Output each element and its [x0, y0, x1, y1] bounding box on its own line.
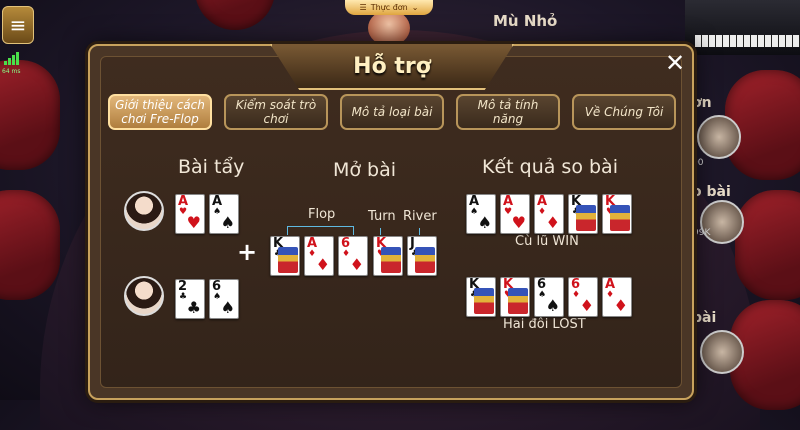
face-card-art	[474, 288, 494, 314]
card-suit-large-icon: ♦	[579, 296, 594, 315]
piano	[685, 0, 800, 55]
face-card-art	[610, 205, 630, 231]
flop-bracket	[287, 226, 354, 235]
card-suit-large-icon: ♠	[220, 298, 235, 317]
win-hand-card: A ♥ ♥	[500, 194, 530, 234]
chair-left-top	[0, 60, 60, 170]
player-2-avatar	[124, 276, 164, 316]
menu-icon: ☰	[359, 3, 367, 12]
board-card: J♣	[407, 236, 437, 276]
win-hand-card: A ♦ ♦	[534, 194, 564, 234]
plus-sign: +	[237, 238, 258, 266]
player-2-hole-card: 6 ♠ ♠	[209, 279, 239, 319]
face-card-art	[415, 247, 435, 273]
dialog-title: Hỗ trợ	[353, 53, 431, 79]
menu-button[interactable]: ≡	[2, 6, 34, 44]
lose-hand-card: A ♦ ♦	[602, 277, 632, 317]
chair-right-mid	[735, 190, 800, 300]
card-suit-large-icon: ♥	[186, 213, 201, 232]
card-suit-large-icon: ♣	[186, 298, 201, 317]
lose-hand-card: K♥	[500, 277, 530, 317]
side-player-name-2: o bài	[692, 184, 731, 200]
side-player-avatar-3	[700, 330, 744, 374]
face-card-art	[381, 247, 401, 273]
tab-game-control[interactable]: Kiểm soát trò chơi	[224, 94, 328, 130]
chevron-down-icon: ⌄	[411, 3, 419, 12]
side-player-value-2: 99K	[693, 228, 711, 238]
result-lose-label: Hai đôi LOST	[503, 317, 586, 332]
top-player-name: Mù Nhỏ	[493, 12, 558, 30]
card-suit-large-icon: ♥	[511, 213, 526, 232]
board-card: K♥	[373, 236, 403, 276]
label-turn: Turn	[368, 209, 396, 224]
board-card: A ♦ ♦	[304, 236, 334, 276]
side-player-name-1: ơn	[692, 95, 712, 111]
heading-hole-cards: Bài tẩy	[178, 156, 245, 178]
chair-left-mid	[0, 190, 60, 300]
card-suit-large-icon: ♦	[349, 255, 364, 274]
help-dialog: Hỗ trợ ✕ Giới thiệu cách chơi Fre-Flop K…	[88, 44, 694, 400]
tab-preflop[interactable]: Giới thiệu cách chơi Fre-Flop	[108, 94, 212, 130]
close-icon: ✕	[664, 49, 686, 77]
player-2-hole-card: 2 ♣ ♣	[175, 279, 205, 319]
tab-bar: Giới thiệu cách chơi Fre-Flop Kiểm soát …	[108, 94, 676, 130]
face-card-art	[576, 205, 596, 231]
card-suit-large-icon: ♠	[477, 213, 492, 232]
heading-board: Mở bài	[333, 159, 397, 181]
side-player-avatar-1	[697, 115, 741, 159]
top-menu-button[interactable]: ☰ Thực đơn ⌄	[345, 0, 433, 15]
close-button[interactable]: ✕	[662, 49, 688, 77]
dealer-avatar	[368, 10, 410, 46]
win-hand-card: A ♠ ♠	[466, 194, 496, 234]
chair-top	[195, 0, 275, 30]
tab-about-us[interactable]: Về Chúng Tôi	[572, 94, 676, 130]
lose-hand-card: K♣	[466, 277, 496, 317]
ping-label: 64 ms	[2, 68, 21, 75]
signal-icon	[4, 52, 19, 65]
card-suit-large-icon: ♦	[315, 255, 330, 274]
card-suit-large-icon: ♦	[613, 296, 628, 315]
board-card: 6 ♦ ♦	[338, 236, 368, 276]
turn-bracket	[380, 228, 381, 235]
player-1-avatar	[124, 191, 164, 231]
tab-features[interactable]: Mô tả tính năng	[456, 94, 560, 130]
hamburger-icon: ≡	[9, 13, 27, 37]
label-river: River	[403, 209, 437, 224]
side-player-name-3: bài	[692, 310, 717, 326]
lose-hand-card: 6 ♠ ♠	[534, 277, 564, 317]
heading-result: Kết quả so bài	[482, 156, 618, 178]
tab-hand-types[interactable]: Mô tả loại bài	[340, 94, 444, 130]
player-1-hole-card: A ♠ ♠	[209, 194, 239, 234]
face-card-art	[278, 247, 298, 273]
title-plate: Hỗ trợ	[270, 44, 514, 90]
lose-hand-card: 6 ♦ ♦	[568, 277, 598, 317]
card-suit-large-icon: ♠	[545, 296, 560, 315]
player-1-hole-card: A ♥ ♥	[175, 194, 205, 234]
win-hand-card: K♥	[602, 194, 632, 234]
card-suit-large-icon: ♠	[220, 213, 235, 232]
card-suit-large-icon: ♦	[545, 213, 560, 232]
face-card-art	[508, 288, 528, 314]
river-bracket	[419, 228, 420, 235]
win-hand-card: K♣	[568, 194, 598, 234]
board-card: K♣	[270, 236, 300, 276]
label-flop: Flop	[308, 207, 336, 222]
result-win-label: Cù lũ WIN	[515, 234, 579, 249]
